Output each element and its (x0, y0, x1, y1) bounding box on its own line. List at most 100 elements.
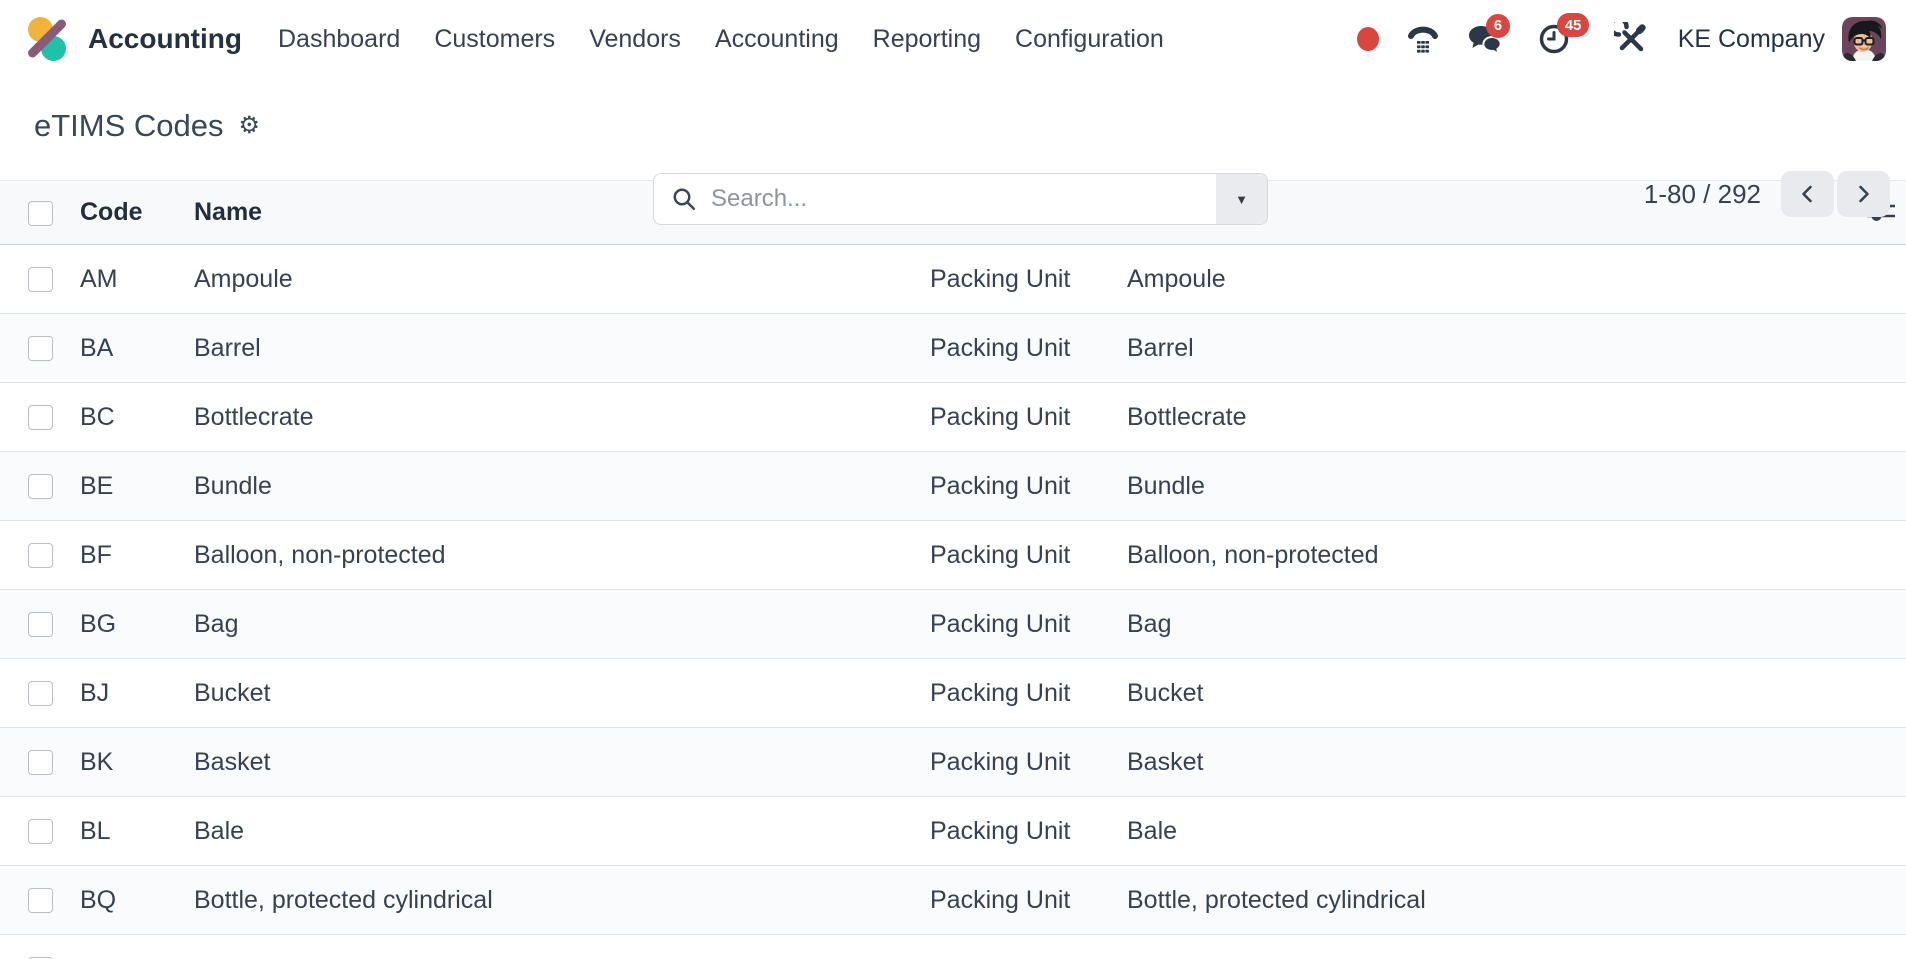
cell-name: Bar (178, 935, 914, 959)
row-checkbox[interactable] (28, 474, 53, 499)
pager-next-button[interactable] (1837, 171, 1890, 217)
table-row[interactable]: BA Barrel Packing Unit Barrel (0, 314, 1906, 383)
cell-options-spacer (1856, 314, 1906, 383)
cell-options-spacer (1856, 521, 1906, 590)
chevron-right-icon (1853, 183, 1874, 205)
row-checkbox[interactable] (28, 888, 53, 913)
row-check-cell (0, 590, 64, 659)
row-check-cell (0, 521, 64, 590)
cell-code-type: Packing Unit (914, 452, 1111, 521)
cell-options-spacer (1856, 797, 1906, 866)
table-row[interactable]: BK Basket Packing Unit Basket (0, 728, 1906, 797)
cell-code: BL (64, 797, 178, 866)
voip-phone-button[interactable] (1406, 23, 1440, 55)
control-panel: eTIMS Codes ⚙ ▼ 1-80 / 292 (0, 78, 1906, 180)
cell-name: Ampoule (178, 245, 914, 314)
table-row[interactable]: AM Ampoule Packing Unit Ampoule (0, 245, 1906, 314)
menu-item-vendors[interactable]: Vendors (589, 25, 681, 54)
cell-code-type: Packing Unit (914, 659, 1111, 728)
row-checkbox[interactable] (28, 681, 53, 706)
avatar-image (1842, 17, 1886, 61)
cell-code-type: Packing Unit (914, 866, 1111, 935)
menu-item-dashboard[interactable]: Dashboard (278, 25, 400, 54)
table-row[interactable]: BE Bundle Packing Unit Bundle (0, 452, 1906, 521)
pager: 1-80 / 292 (1644, 171, 1890, 217)
cell-name: Barrel (178, 314, 914, 383)
menu-item-configuration[interactable]: Configuration (1015, 25, 1164, 54)
top-navbar: Accounting Dashboard Customers Vendors A… (0, 0, 1906, 78)
column-header-code[interactable]: Code (64, 181, 178, 245)
select-all-header (0, 181, 64, 245)
table-row[interactable]: BR Bar Packing Unit Bar (0, 935, 1906, 959)
menu-item-accounting[interactable]: Accounting (715, 25, 839, 54)
row-check-cell (0, 452, 64, 521)
cell-name: Bundle (178, 452, 914, 521)
search-icon (671, 186, 698, 213)
menu-item-reporting[interactable]: Reporting (873, 25, 981, 54)
pager-previous-button[interactable] (1781, 171, 1834, 217)
cell-options-spacer (1856, 245, 1906, 314)
cell-code: BG (64, 590, 178, 659)
user-avatar[interactable] (1842, 17, 1886, 61)
phone-icon (1406, 23, 1440, 55)
select-all-checkbox[interactable] (28, 201, 53, 226)
row-check-cell (0, 245, 64, 314)
chevron-down-icon: ▼ (1235, 193, 1248, 206)
row-checkbox[interactable] (28, 819, 53, 844)
activity-count-badge: 45 (1557, 13, 1590, 37)
row-check-cell (0, 383, 64, 452)
table-row[interactable]: BJ Bucket Packing Unit Bucket (0, 659, 1906, 728)
cell-code: BF (64, 521, 178, 590)
row-check-cell (0, 935, 64, 959)
row-checkbox[interactable] (28, 336, 53, 361)
red-dot-icon (1357, 27, 1379, 51)
row-check-cell (0, 659, 64, 728)
cell-description: Bottlecrate (1111, 383, 1856, 452)
cell-code-type: Packing Unit (914, 521, 1111, 590)
message-count-badge: 6 (1486, 14, 1510, 38)
cell-name: Balloon, non-protected (178, 521, 914, 590)
recording-status-dot[interactable] (1357, 27, 1379, 51)
cell-options-spacer (1856, 728, 1906, 797)
search-input[interactable] (709, 174, 1216, 224)
list-view: Code Name Code Type Description (0, 180, 1906, 959)
cell-code: BR (64, 935, 178, 959)
row-check-cell (0, 797, 64, 866)
table-body: AM Ampoule Packing Unit Ampoule BA Barre… (0, 245, 1906, 959)
table-row[interactable]: BG Bag Packing Unit Bag (0, 590, 1906, 659)
row-checkbox[interactable] (28, 405, 53, 430)
cell-code: BC (64, 383, 178, 452)
cell-code-type: Packing Unit (914, 797, 1111, 866)
cell-code: AM (64, 245, 178, 314)
row-checkbox[interactable] (28, 267, 53, 292)
app-name-menu[interactable]: Accounting (88, 23, 242, 55)
cell-description: Balloon, non-protected (1111, 521, 1856, 590)
row-checkbox[interactable] (28, 543, 53, 568)
row-checkbox[interactable] (28, 612, 53, 637)
menu-item-customers[interactable]: Customers (434, 25, 555, 54)
company-switcher[interactable]: KE Company (1678, 25, 1825, 54)
cell-options-spacer (1856, 590, 1906, 659)
messages-button[interactable]: 6 (1467, 23, 1504, 56)
systray: 6 45 (1330, 22, 1648, 56)
table-row[interactable]: BC Bottlecrate Packing Unit Bottlecrate (0, 383, 1906, 452)
cell-description: Bottle, protected cylindrical (1111, 866, 1856, 935)
activities-button[interactable]: 45 (1538, 22, 1572, 56)
table-row[interactable]: BF Balloon, non-protected Packing Unit B… (0, 521, 1906, 590)
search-dropdown-toggle[interactable]: ▼ (1216, 174, 1267, 224)
cell-code: BA (64, 314, 178, 383)
cell-name: Bale (178, 797, 914, 866)
row-check-cell (0, 866, 64, 935)
tools-button[interactable] (1614, 22, 1648, 56)
cell-name: Bucket (178, 659, 914, 728)
cell-description: Bag (1111, 590, 1856, 659)
row-check-cell (0, 314, 64, 383)
main-menu: Dashboard Customers Vendors Accounting R… (278, 25, 1198, 54)
table-row[interactable]: BQ Bottle, protected cylindrical Packing… (0, 866, 1906, 935)
table-row[interactable]: BL Bale Packing Unit Bale (0, 797, 1906, 866)
app-logo[interactable] (24, 15, 72, 63)
cell-code-type: Packing Unit (914, 314, 1111, 383)
gear-icon[interactable]: ⚙ (239, 114, 261, 138)
row-checkbox[interactable] (28, 750, 53, 775)
cell-name: Basket (178, 728, 914, 797)
